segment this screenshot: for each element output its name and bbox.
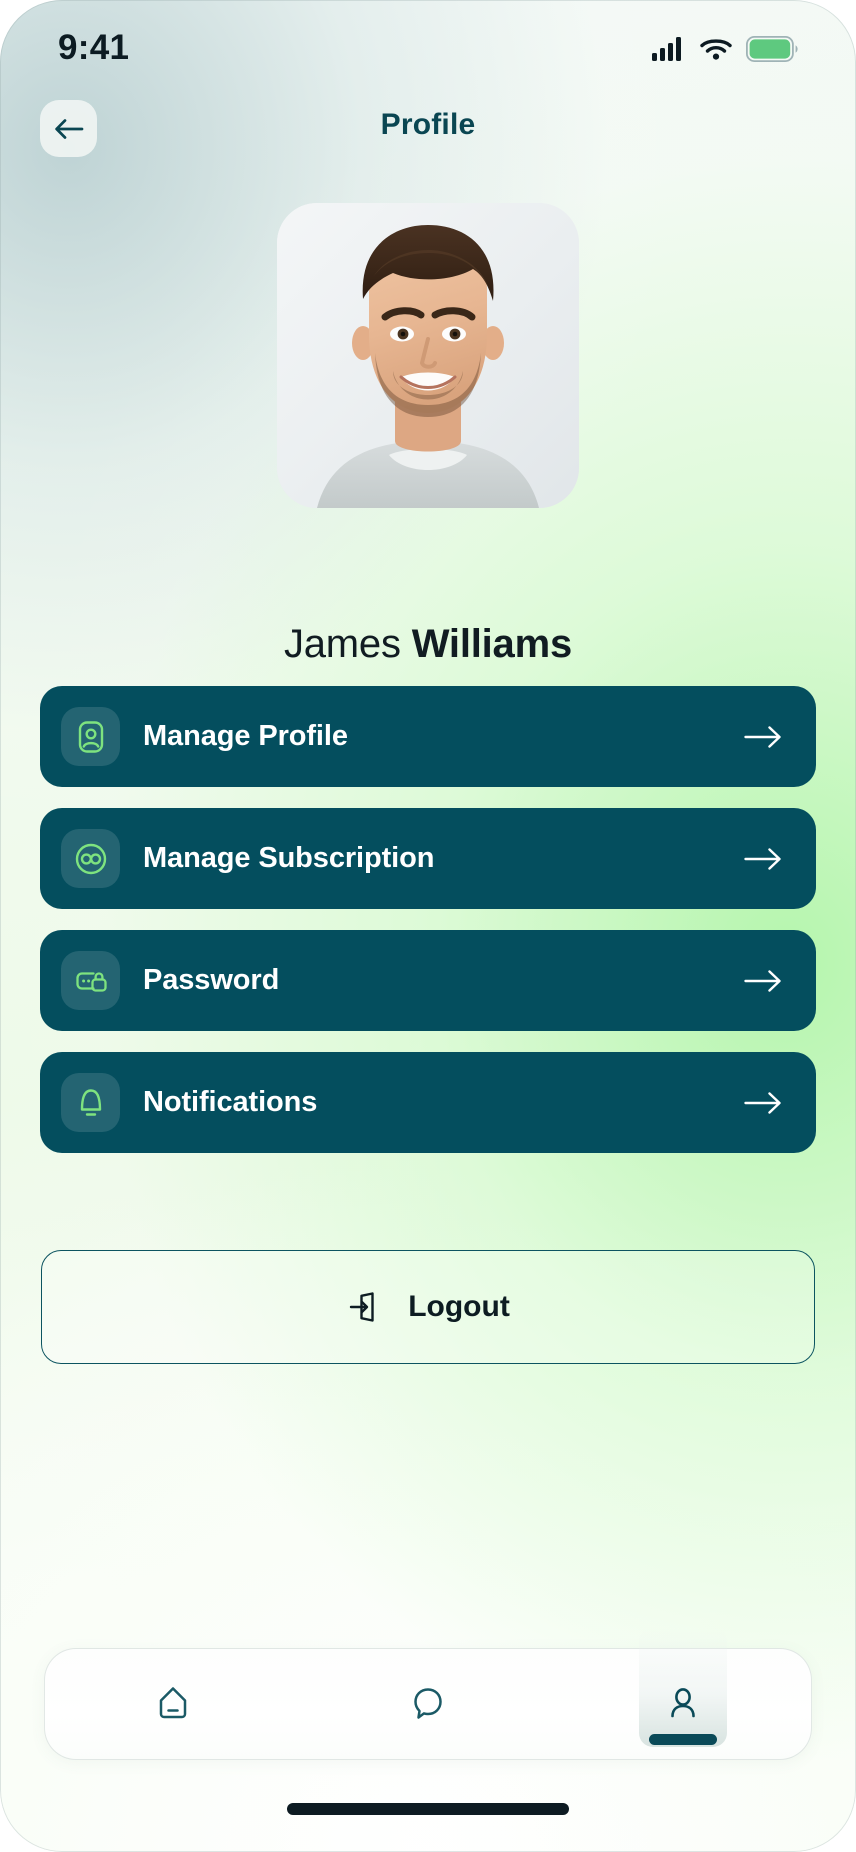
bottom-tab-bar: [44, 1648, 812, 1760]
menu-item-label: Password: [143, 964, 280, 996]
arrow-right-icon: [744, 725, 781, 748]
status-bar-icons: [652, 36, 798, 62]
arrow-right-icon-container: [744, 968, 782, 994]
tab-profile[interactable]: [556, 1649, 811, 1759]
arrow-right-icon: [744, 847, 781, 870]
home-indicator: [287, 1803, 569, 1815]
arrow-right-icon: [744, 969, 781, 992]
menu-item-notifications[interactable]: Notifications: [40, 1052, 816, 1153]
cellular-signal-icon: [652, 37, 681, 61]
arrow-right-icon: [744, 1091, 781, 1114]
logout-arrow-icon: [349, 1292, 374, 1322]
password-lock-icon: [75, 971, 107, 992]
user-first-name: James: [283, 622, 401, 666]
menu-item-manage-profile[interactable]: Manage Profile: [40, 686, 816, 787]
menu-item-password[interactable]: Password: [40, 930, 816, 1031]
arrow-right-icon-container: [744, 846, 782, 872]
page-title: Profile: [380, 108, 476, 141]
bell-icon-container: [61, 1073, 120, 1132]
user-photo: [277, 203, 579, 508]
phone-screen: 9:41 Profile James Williams Manage Profi…: [0, 0, 856, 1852]
wifi-icon: [700, 39, 732, 60]
menu-item-manage-subscription[interactable]: Manage Subscription: [40, 808, 816, 909]
profile-menu: Manage Profile Manage Subscription Passw…: [40, 686, 816, 1153]
status-bar-time: 9:41: [58, 28, 130, 67]
home-icon: [159, 1687, 186, 1719]
battery-icon: [746, 36, 798, 62]
infinity-icon-container: [61, 829, 120, 888]
logout-button[interactable]: Logout: [41, 1250, 815, 1364]
logout-label: Logout: [408, 1290, 510, 1323]
password-lock-icon-container: [61, 951, 120, 1010]
user-last-name: Williams: [411, 622, 573, 666]
menu-item-label: Manage Subscription: [143, 842, 435, 874]
bell-icon: [80, 1088, 101, 1116]
person-icon: [671, 1688, 696, 1718]
status-bar: 9:41: [0, 0, 856, 90]
chat-bubble-icon: [414, 1688, 442, 1719]
user-name: James Williams: [0, 622, 856, 667]
tab-chat[interactable]: [300, 1649, 555, 1759]
menu-item-label: Notifications: [143, 1086, 318, 1118]
tab-home[interactable]: [45, 1649, 300, 1759]
avatar: [277, 203, 579, 508]
arrow-right-icon-container: [744, 724, 782, 750]
user-card-icon-container: [61, 707, 120, 766]
arrow-right-icon-container: [744, 1090, 782, 1116]
menu-item-label: Manage Profile: [143, 720, 348, 752]
infinity-icon: [75, 843, 106, 874]
user-card-icon: [78, 720, 103, 753]
app-header: Profile: [0, 100, 856, 176]
